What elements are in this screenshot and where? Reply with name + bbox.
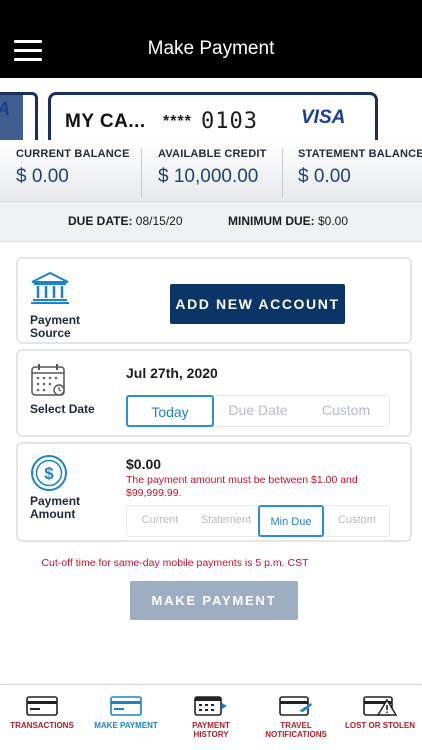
payment-amount-value[interactable]: $0.00: [126, 456, 161, 472]
tab-payment-history[interactable]: PAYMENT HISTORY: [168, 691, 254, 745]
payment-amount-panel: $ Payment Amount $0.00 The payment amoun…: [16, 442, 412, 542]
card-mask: ****: [163, 113, 192, 130]
amount-option-statement[interactable]: Statement: [193, 505, 259, 537]
page-title: Make Payment: [147, 38, 275, 59]
date-option-today[interactable]: Today: [126, 395, 214, 427]
amount-option-current[interactable]: Current: [127, 505, 193, 537]
payment-source-panel: Payment Source ADD NEW ACCOUNT: [16, 257, 412, 344]
statement-balance-value: $ 0.00: [298, 166, 351, 187]
tab-payment-history-label: PAYMENT HISTORY: [168, 721, 254, 739]
bank-icon: [30, 271, 70, 310]
previous-card[interactable]: A: [0, 92, 38, 140]
calendar-icon: [30, 363, 68, 402]
tab-travel-label-line2: NOTIFICATIONS: [265, 730, 327, 739]
bottom-tab-bar: TRANSACTIONS MAKE PAYMENT PAYMENT HISTOR…: [0, 684, 422, 750]
visa-logo: VISA: [301, 107, 346, 128]
tab-transactions[interactable]: TRANSACTIONS: [0, 691, 84, 745]
card-warning-icon: [363, 696, 397, 716]
payment-source-label-line2: Source: [30, 326, 71, 340]
statement-balance: STATEMENT BALANCE $ 0.00: [282, 148, 422, 198]
tab-lost-or-stolen[interactable]: LOST OR STOLEN: [338, 691, 422, 745]
card-payment-icon: [110, 696, 142, 716]
make-payment-button[interactable]: MAKE PAYMENT: [130, 581, 298, 620]
due-date-value: 08/15/20: [135, 214, 183, 228]
tab-payment-history-label-line2: HISTORY: [193, 730, 229, 739]
selected-card[interactable]: MY CA... **** 0103 VISA: [48, 92, 378, 140]
due-info-bar: DUE DATE: 08/15/20 MINIMUM DUE: $0.00: [0, 202, 422, 242]
tab-transactions-label: TRANSACTIONS: [10, 721, 74, 730]
travel-plane-icon: [279, 696, 312, 716]
minimum-due: MINIMUM DUE: $0.00: [228, 214, 348, 228]
card-last-digits: 0103: [201, 109, 258, 134]
payment-source-label: Payment Source: [30, 314, 80, 340]
tab-payment-history-label-line1: PAYMENT: [192, 721, 230, 730]
amount-option-min-due[interactable]: Min Due: [258, 505, 324, 537]
card-carousel[interactable]: A MY CA... **** 0103 VISA: [0, 78, 422, 140]
available-credit-label: AVAILABLE CREDIT: [158, 148, 267, 160]
current-balance-value: $ 0.00: [16, 166, 69, 187]
payment-amount-label: Payment Amount: [30, 495, 80, 521]
cutoff-notice: Cut-off time for same-day mobile payment…: [41, 557, 309, 569]
card-name: MY CA...: [65, 111, 146, 132]
date-option-selector: Today Due Date Custom: [126, 395, 390, 427]
available-credit-value: $ 10,000.00: [158, 166, 259, 187]
balance-summary: CURRENT BALANCE $ 0.00 AVAILABLE CREDIT …: [0, 140, 422, 202]
tab-travel-notifications[interactable]: TRAVEL NOTIFICATIONS: [254, 691, 338, 745]
select-date-panel: Select Date Jul 27th, 2020 Today Due Dat…: [16, 349, 412, 437]
date-option-custom[interactable]: Custom: [302, 395, 390, 427]
date-option-due-date[interactable]: Due Date: [214, 395, 302, 427]
svg-text:$: $: [44, 464, 54, 483]
tab-travel-label-line1: TRAVEL: [280, 721, 312, 730]
tab-make-payment[interactable]: MAKE PAYMENT: [84, 691, 168, 745]
amount-option-selector: Current Statement Min Due Custom: [126, 505, 390, 537]
tab-travel-notifications-label: TRAVEL NOTIFICATIONS: [254, 721, 338, 739]
tab-lost-or-stolen-label: LOST OR STOLEN: [344, 721, 416, 730]
card-list-icon: [26, 696, 58, 716]
available-credit: AVAILABLE CREDIT $ 10,000.00: [141, 148, 282, 198]
current-balance-label: CURRENT BALANCE: [16, 148, 130, 160]
add-new-account-button[interactable]: ADD NEW ACCOUNT: [170, 284, 345, 324]
statement-balance-label: STATEMENT BALANCE: [298, 148, 422, 160]
minimum-due-value: $0.00: [318, 214, 349, 228]
previous-card-logo: A: [0, 99, 10, 120]
selected-date-text: Jul 27th, 2020: [126, 365, 218, 381]
payment-amount-error: The payment amount must be between $1.00…: [126, 474, 358, 499]
payment-history-icon: [194, 696, 227, 716]
due-date-label: DUE DATE:: [68, 214, 133, 228]
payment-amount-label-line2: Amount: [30, 507, 76, 521]
current-balance: CURRENT BALANCE $ 0.00: [0, 148, 141, 198]
due-date: DUE DATE: 08/15/20: [68, 214, 183, 228]
tab-make-payment-label: MAKE PAYMENT: [94, 721, 158, 730]
minimum-due-label: MINIMUM DUE:: [228, 214, 315, 228]
top-bar: Make Payment: [0, 0, 422, 78]
dollar-coin-icon: $: [30, 454, 68, 497]
select-date-label: Select Date: [30, 402, 95, 416]
amount-option-custom[interactable]: Custom: [324, 505, 390, 537]
